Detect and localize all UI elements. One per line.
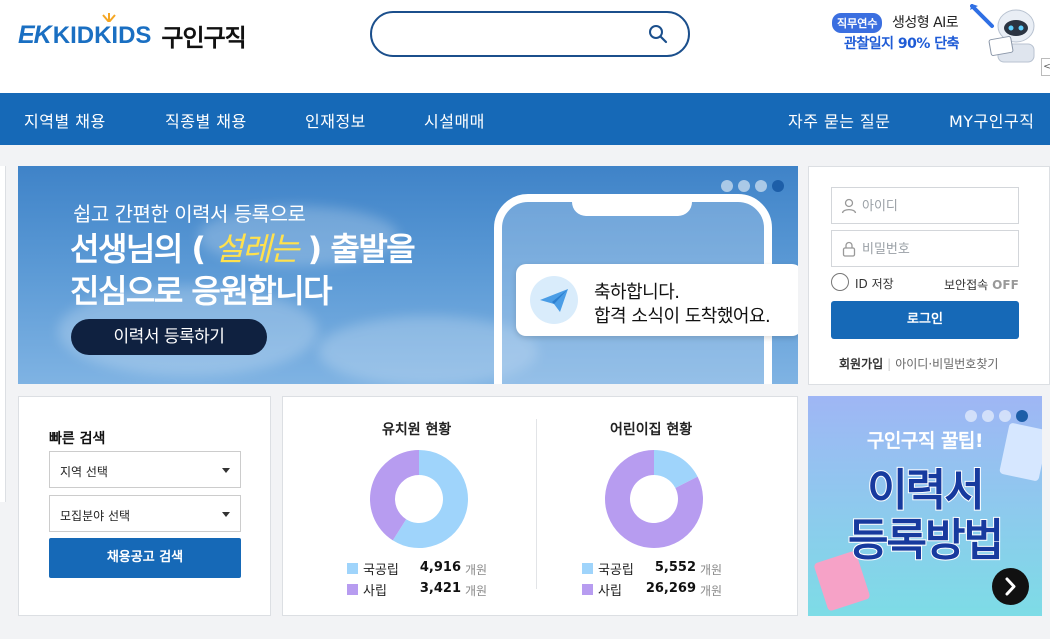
tip-pagination — [965, 410, 1028, 422]
daycare-donut-chart — [605, 450, 703, 548]
secure-login-state: OFF — [992, 278, 1019, 292]
hero-headline-accent: 설레는 — [214, 230, 299, 268]
tip-dot-3[interactable] — [999, 410, 1011, 422]
hero-banner[interactable]: 축하합니다. 합격 소식이 도착했어요. 쉽고 간편한 이력서 등록으로 선생님… — [18, 166, 798, 384]
ai-training-ad[interactable]: 직무연수 생성형 AI로 관찰일지 90% 단축 — [832, 4, 1042, 65]
bubble-line-2: 합격 소식이 도착했어요. — [594, 306, 771, 327]
next-slide-button[interactable] — [992, 568, 1029, 605]
save-id-checkbox[interactable] — [831, 273, 849, 291]
logo-ek: EK — [18, 21, 52, 49]
search-box — [370, 11, 690, 57]
tip-line-1: 구인구직 꿀팁! — [866, 430, 984, 452]
hero-dot-3[interactable] — [755, 180, 767, 192]
login-links: 회원가입 | 아이디·비밀번호찾기 — [839, 355, 998, 372]
chevron-down-icon — [222, 468, 230, 473]
field-select[interactable]: 모집분야 선택 — [49, 495, 241, 532]
hero-headline-2: 진심으로 응원합니다 — [70, 272, 333, 310]
nav-facility-trade[interactable]: 시설매매 — [424, 108, 485, 132]
nav-my-page[interactable]: MY구인구직 — [949, 108, 1034, 132]
kindergarten-public-unit: 개원 — [465, 563, 488, 577]
robot-icon — [970, 4, 1035, 63]
search-input[interactable] — [390, 23, 640, 45]
user-icon — [841, 198, 857, 214]
tip-dot-4[interactable] — [1016, 410, 1028, 422]
hero-headline-1c: ) 출발을 — [307, 230, 416, 268]
nav-faq[interactable]: 자주 묻는 질문 — [788, 108, 891, 132]
stats-divider — [536, 419, 537, 589]
daycare-private-unit: 개원 — [700, 584, 723, 598]
hero-dot-1[interactable] — [721, 180, 733, 192]
lock-icon — [842, 241, 856, 257]
hero-dot-2[interactable] — [738, 180, 750, 192]
hero-subtitle: 쉽고 간편한 이력서 등록으로 — [73, 202, 306, 226]
legend-swatch-public — [347, 563, 358, 574]
facility-stats-panel: 유치원 현황 국공립 4,916 개원 사립 3,421 개원 어린이집 현황 … — [282, 396, 798, 616]
main-nav: 지역별 채용 직종별 채용 인재정보 시설매매 자주 묻는 질문 MY구인구직 — [0, 93, 1050, 145]
logo-kidkids-text: KIDKIDS — [52, 21, 152, 49]
logo-kidkids: KIDKIDS — [52, 12, 152, 50]
save-id-label[interactable]: ID 저장 — [855, 275, 894, 292]
tip-dot-2[interactable] — [982, 410, 994, 422]
logo-service-name: 구인구직 — [161, 24, 246, 52]
legend-swatch-private — [582, 584, 593, 595]
link-separator: | — [887, 357, 892, 371]
chevron-down-icon — [222, 512, 230, 517]
chevron-right-icon — [1005, 577, 1016, 596]
legend-swatch-public — [582, 563, 593, 574]
id-field[interactable] — [831, 187, 1019, 224]
tip-dot-1[interactable] — [965, 410, 977, 422]
kindergarten-title: 유치원 현황 — [382, 422, 452, 438]
resume-tip-banner[interactable]: 구인구직 꿀팁! 이력서 등록방법 — [808, 396, 1042, 616]
nav-category-jobs[interactable]: 직종별 채용 — [165, 108, 247, 132]
hero-headline-1a: 선생님의 ( — [70, 230, 206, 268]
job-search-button[interactable]: 채용공고 검색 — [49, 538, 241, 578]
search-icon[interactable] — [648, 24, 668, 44]
daycare-public-label: 국공립 — [598, 563, 634, 578]
secure-login-label: 보안접속 — [944, 278, 989, 292]
side-panel-toggle[interactable]: < — [1041, 58, 1050, 76]
daycare-public-unit: 개원 — [700, 563, 723, 577]
hero-headline: 선생님의 ( 설레는 ) 출발을 진심으로 응원합니다 — [70, 228, 416, 312]
hero-dot-4[interactable] — [772, 180, 784, 192]
bubble-line-1: 축하합니다. — [594, 282, 680, 303]
quick-search-title: 빠른 검색 — [49, 431, 106, 447]
hero-pagination — [721, 180, 784, 192]
kindergarten-donut-chart — [370, 450, 468, 548]
region-select[interactable]: 지역 선택 — [49, 451, 241, 488]
legend-swatch-private — [347, 584, 358, 595]
ad-badge: 직무연수 — [832, 13, 883, 33]
notification-bubble: 축하합니다. 합격 소식이 도착했어요. — [516, 264, 798, 336]
field-select-value: 모집분야 선택 — [60, 509, 131, 523]
site-logo[interactable]: EK KIDKIDS 구인구직 — [18, 12, 247, 53]
login-panel: ID 저장 보안접속OFF 로그인 회원가입 |아이디·비밀번호찾기 — [808, 166, 1050, 385]
daycare-public-count: 5,552 — [654, 560, 696, 575]
ad-line-2: 관찰일지 90% 단축 — [844, 36, 960, 52]
ad-line-1: 생성형 AI로 — [892, 15, 959, 31]
login-button[interactable]: 로그인 — [831, 301, 1019, 339]
region-select-value: 지역 선택 — [60, 465, 108, 479]
quick-search-panel: 빠른 검색 지역 선택 모집분야 선택 채용공고 검색 — [18, 396, 271, 616]
daycare-title: 어린이집 현황 — [610, 422, 693, 438]
kindergarten-private-label: 사립 — [363, 584, 387, 599]
kindergarten-public-label: 국공립 — [363, 563, 399, 578]
logo-sparkle-icon — [101, 12, 116, 22]
secure-login-toggle[interactable]: 보안접속 OFF — [944, 276, 1019, 293]
header: EK KIDKIDS 구인구직 직무연수 생성형 AI로 관찰일지 90% 단축 — [0, 0, 1050, 93]
password-input[interactable] — [862, 239, 1012, 259]
paper-plane-icon — [530, 276, 578, 324]
kindergarten-private-unit: 개원 — [465, 584, 488, 598]
signup-link[interactable]: 회원가입 — [839, 357, 883, 371]
kindergarten-private-count: 3,421 — [419, 581, 461, 596]
register-resume-button[interactable]: 이력서 등록하기 — [71, 319, 267, 355]
password-field[interactable] — [831, 230, 1019, 267]
left-edge-panel — [0, 166, 6, 502]
kindergarten-public-count: 4,916 — [419, 560, 461, 575]
daycare-private-count: 26,269 — [645, 581, 696, 596]
nav-talent-info[interactable]: 인재정보 — [305, 108, 366, 132]
tip-line-3: 등록방법 — [847, 514, 1005, 567]
id-input[interactable] — [862, 196, 1012, 216]
nav-region-jobs[interactable]: 지역별 채용 — [24, 108, 106, 132]
find-account-link[interactable]: 아이디·비밀번호찾기 — [895, 357, 998, 371]
daycare-private-label: 사립 — [598, 584, 622, 599]
